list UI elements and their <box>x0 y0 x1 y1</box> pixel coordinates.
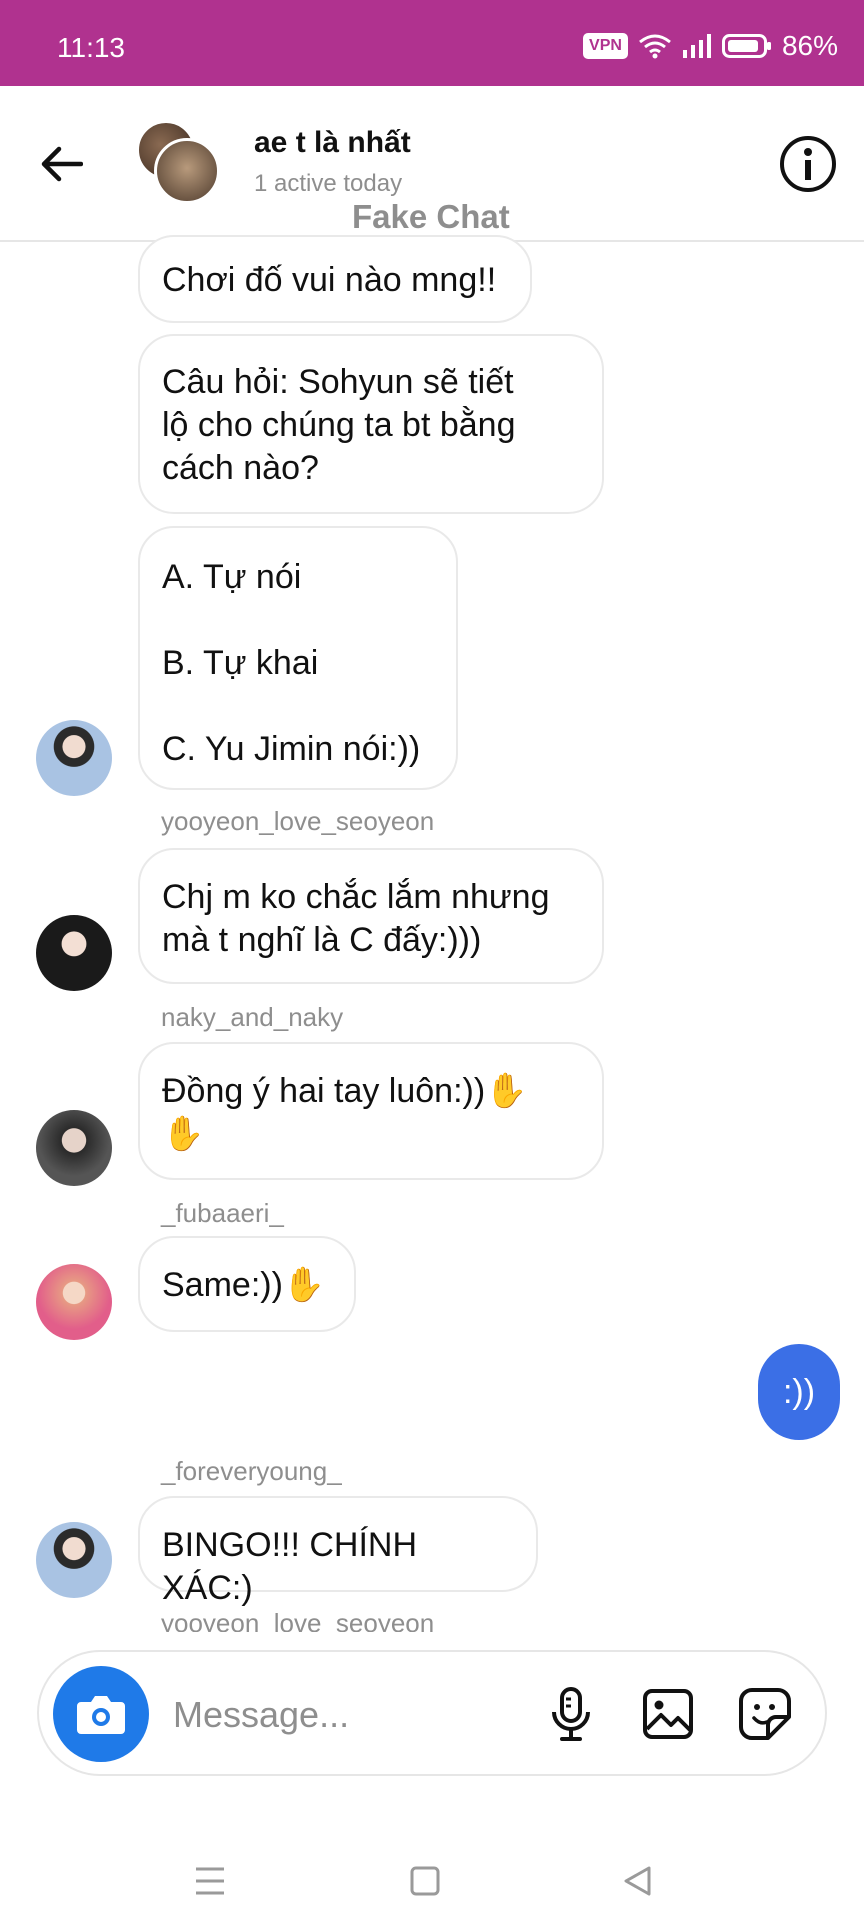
sticker-button[interactable] <box>733 1682 797 1746</box>
status-icons: VPN 86% <box>583 30 838 62</box>
avatar[interactable] <box>36 720 112 796</box>
group-avatar[interactable] <box>136 120 220 204</box>
camera-button[interactable] <box>53 1666 149 1762</box>
chat-header: ae t là nhất 1 active today Fake Chat <box>0 86 864 242</box>
message-bubble[interactable]: Same:))✋ <box>138 1236 356 1332</box>
active-status: 1 active today <box>254 170 403 197</box>
info-button[interactable] <box>780 136 836 192</box>
microphone-button[interactable] <box>539 1682 603 1746</box>
avatar[interactable] <box>36 915 112 991</box>
chat-title[interactable]: ae t là nhất <box>254 126 411 160</box>
message-bubble[interactable]: Chơi đố vui nào mng!! <box>138 235 532 323</box>
image-icon <box>643 1689 693 1739</box>
back-arrow-icon <box>41 146 83 182</box>
avatar[interactable] <box>36 1522 112 1598</box>
camera-icon <box>77 1696 125 1734</box>
status-time: 11:13 <box>57 32 125 63</box>
back-triangle-icon[interactable] <box>622 1865 652 1897</box>
signal-icon <box>682 34 711 58</box>
wifi-icon <box>639 34 671 59</box>
back-button[interactable] <box>34 136 90 192</box>
menu-icon[interactable] <box>194 1866 226 1896</box>
sender-name: yooyeon_love_seoyeon <box>161 806 435 836</box>
sender-name: yooyeon_love_seoyeon <box>161 1608 435 1632</box>
watermark: Fake Chat <box>352 198 510 235</box>
system-nav-bar <box>0 1820 864 1920</box>
vpn-icon: VPN <box>583 33 628 59</box>
status-bar: 11:13 VPN 86% <box>0 0 864 86</box>
home-icon[interactable] <box>410 1866 440 1896</box>
message-input[interactable] <box>171 1684 535 1746</box>
sender-name: _foreveryoung_ <box>161 1456 342 1486</box>
message-bubble[interactable]: Chj m ko chắc lắm nhưng mà t nghĩ là C đ… <box>138 848 604 984</box>
avatar[interactable] <box>36 1264 112 1340</box>
sticker-icon <box>739 1688 791 1740</box>
avatar <box>154 138 220 204</box>
battery-icon <box>721 34 771 58</box>
message-bubble[interactable]: A. Tự nói B. Tự khai C. Yu Jimin nói:)) <box>138 526 458 790</box>
sender-name: naky_and_naky <box>161 1002 344 1032</box>
message-composer <box>37 1650 827 1776</box>
battery-percent: 86% <box>781 30 838 61</box>
own-message-bubble[interactable]: :)) <box>758 1344 840 1440</box>
message-bubble[interactable]: BINGO!!! CHÍNH XÁC:) <box>138 1496 538 1607</box>
avatar[interactable] <box>36 1110 112 1186</box>
microphone-icon <box>552 1687 590 1741</box>
message-bubble[interactable]: Đồng ý hai tay luôn:))✋ ✋ <box>138 1042 604 1180</box>
gallery-button[interactable] <box>636 1682 700 1746</box>
sender-name: _fubaaeri_ <box>161 1198 284 1228</box>
message-bubble[interactable]: Câu hỏi: Sohyun sẽ tiết lộ cho chúng ta … <box>138 334 604 514</box>
